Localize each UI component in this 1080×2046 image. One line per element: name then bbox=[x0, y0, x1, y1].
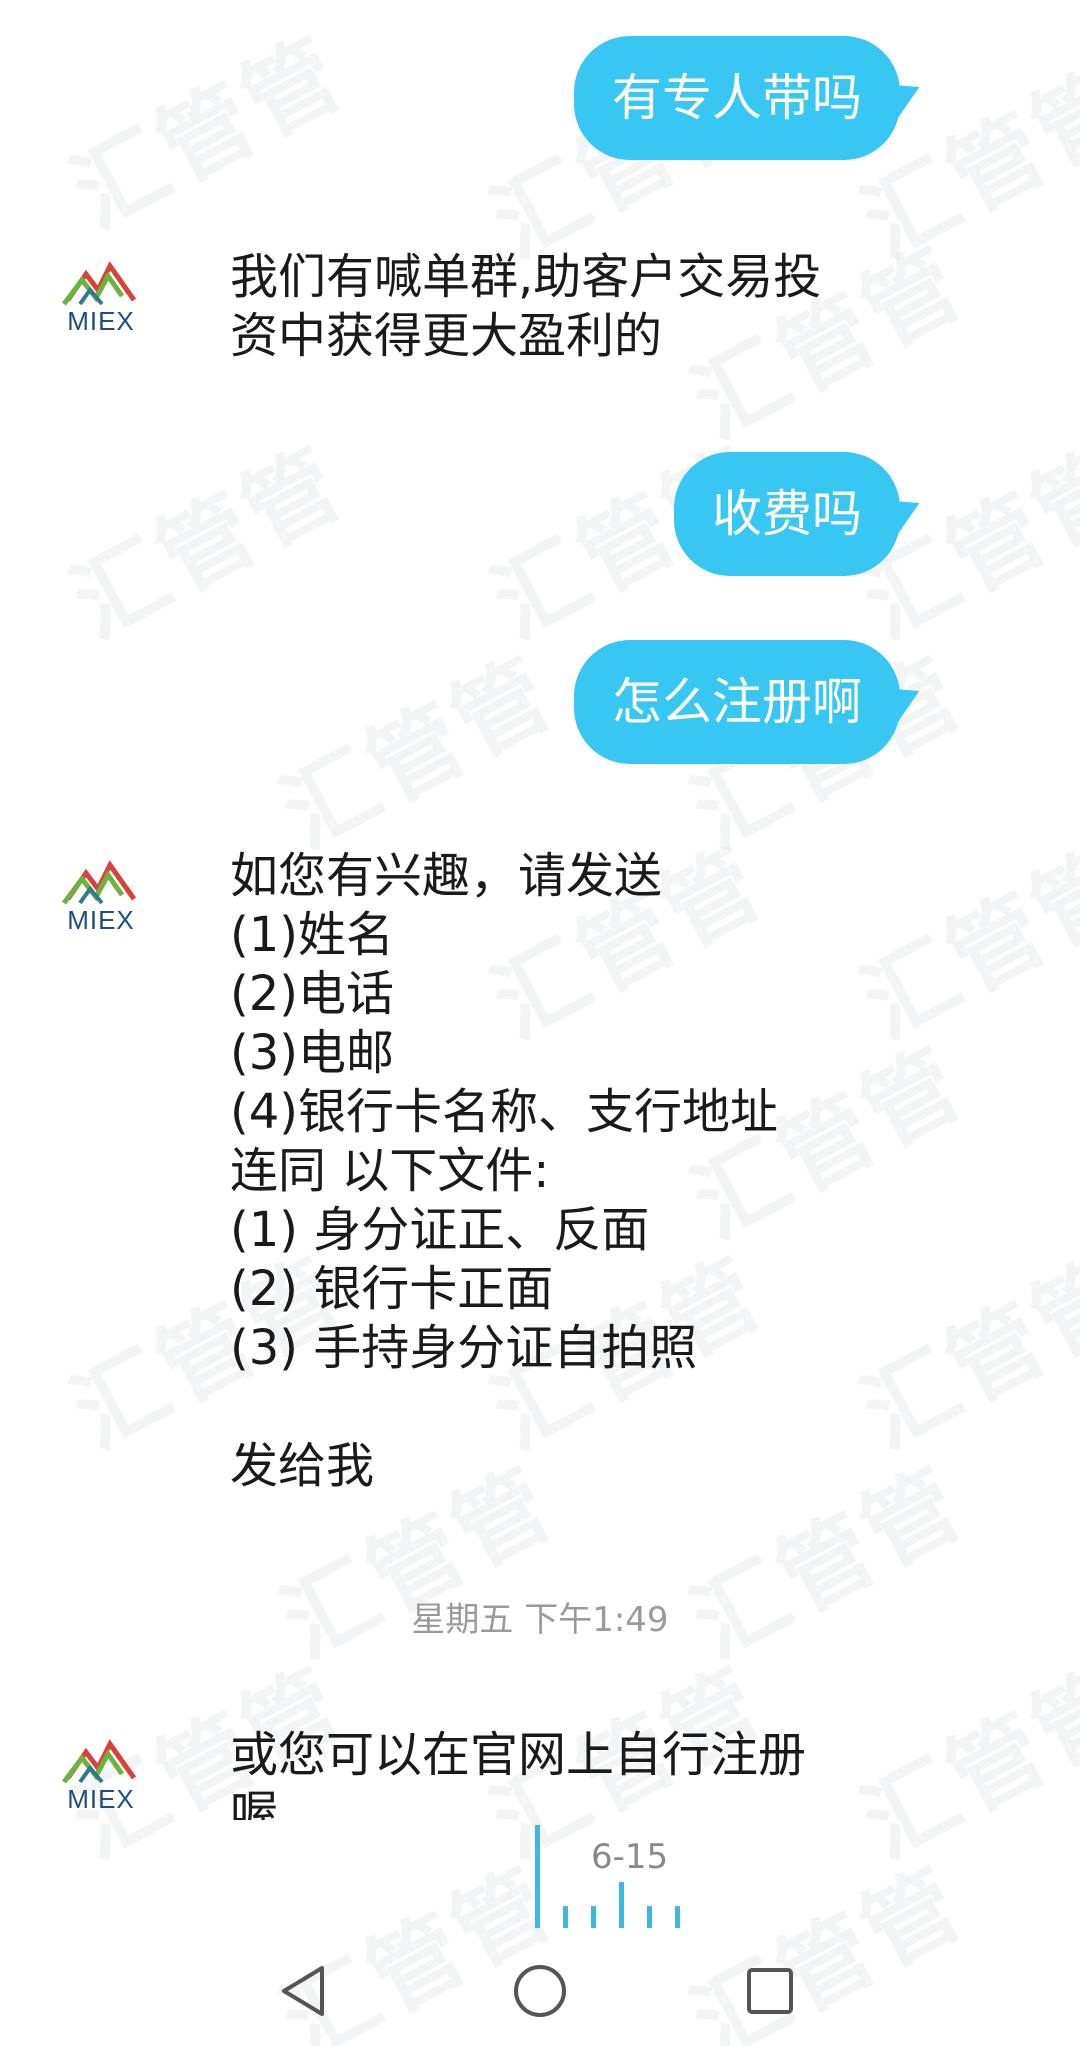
home-button[interactable] bbox=[505, 1956, 575, 2026]
indicator-tick bbox=[647, 1906, 652, 1928]
indicator-tick bbox=[563, 1906, 568, 1928]
indicator-tick bbox=[591, 1906, 596, 1928]
message-line: (2)电话 bbox=[230, 966, 394, 1022]
message-timestamp: 星期五 下午1:49 bbox=[411, 1600, 669, 1640]
incoming-text[interactable]: 或您可以在官网上自行注册 喔 bbox=[230, 1726, 870, 1820]
back-triangle-icon bbox=[282, 1966, 324, 2016]
message-line: (3) 手持身分证自拍照 bbox=[230, 1320, 698, 1376]
message-line: 我们有喊单群,助客户交易投 bbox=[230, 249, 822, 305]
outgoing-message[interactable]: 怎么注册啊 bbox=[574, 640, 900, 764]
avatar-label: MIEX bbox=[67, 1784, 135, 1814]
navigation-bar bbox=[0, 1940, 1080, 2046]
scroll-date-indicator[interactable]: 6-15 bbox=[535, 1825, 715, 1928]
miex-logo-icon bbox=[62, 1739, 137, 1784]
incoming-text[interactable]: 如您有兴趣，请发送 (1)姓名 (2)电话 (3)电邮 (4)银行卡名称、支行地… bbox=[230, 847, 870, 1496]
message-line: 喔 bbox=[230, 1786, 279, 1820]
avatar-label: MIEX bbox=[67, 306, 135, 336]
outgoing-bubble[interactable]: 有专人带吗 bbox=[574, 36, 900, 160]
outgoing-bubble[interactable]: 收费吗 bbox=[674, 452, 900, 576]
avatar[interactable]: MIEX bbox=[62, 853, 140, 935]
indicator-tick bbox=[619, 1882, 624, 1928]
miex-logo-icon bbox=[62, 860, 137, 905]
message-line: (1) 身分证正、反面 bbox=[230, 1202, 650, 1258]
message-line: (3)电邮 bbox=[230, 1025, 394, 1081]
miex-logo-icon bbox=[62, 261, 137, 306]
message-line: 连同 以下文件: bbox=[230, 1143, 550, 1199]
message-line: 发给我 bbox=[230, 1438, 375, 1494]
incoming-message: MIEX 或您可以在官网上自行注册 喔 bbox=[0, 1726, 1080, 1820]
back-button[interactable] bbox=[270, 1956, 340, 2026]
indicator-tick bbox=[675, 1906, 680, 1928]
indicator-date-label: 6-15 bbox=[591, 1837, 669, 1877]
chat-screen: 汇管管 汇管管 汇管管 汇管管 汇管管 汇管管 汇管管 汇管管 汇管管 汇管管 … bbox=[0, 0, 1080, 2046]
message-line: (2) 银行卡正面 bbox=[230, 1261, 554, 1317]
indicator-bar bbox=[535, 1825, 540, 1928]
home-circle-icon bbox=[514, 1965, 566, 2017]
message-line: 或您可以在官网上自行注册 bbox=[230, 1727, 807, 1783]
message-line: (4)银行卡名称、支行地址 bbox=[230, 1084, 778, 1140]
avatar[interactable]: MIEX bbox=[62, 1732, 140, 1814]
message-line bbox=[230, 1378, 870, 1437]
outgoing-message[interactable]: 有专人带吗 bbox=[574, 36, 900, 160]
message-line: (1)姓名 bbox=[230, 907, 394, 963]
avatar[interactable]: MIEX bbox=[62, 254, 140, 336]
message-list[interactable]: 有专人带吗 MIEX 我们有喊单群,助客户交易投 资中获得更大盈利的 收费吗 怎… bbox=[0, 0, 1080, 2046]
incoming-text[interactable]: 我们有喊单群,助客户交易投 资中获得更大盈利的 bbox=[230, 248, 870, 366]
outgoing-message[interactable]: 收费吗 bbox=[674, 452, 900, 576]
avatar-label: MIEX bbox=[67, 905, 135, 935]
recents-button[interactable] bbox=[735, 1956, 805, 2026]
message-line: 资中获得更大盈利的 bbox=[230, 308, 663, 364]
outgoing-bubble[interactable]: 怎么注册啊 bbox=[574, 640, 900, 764]
message-line: 如您有兴趣，请发送 bbox=[230, 848, 663, 904]
recents-square-icon bbox=[747, 1968, 793, 2014]
